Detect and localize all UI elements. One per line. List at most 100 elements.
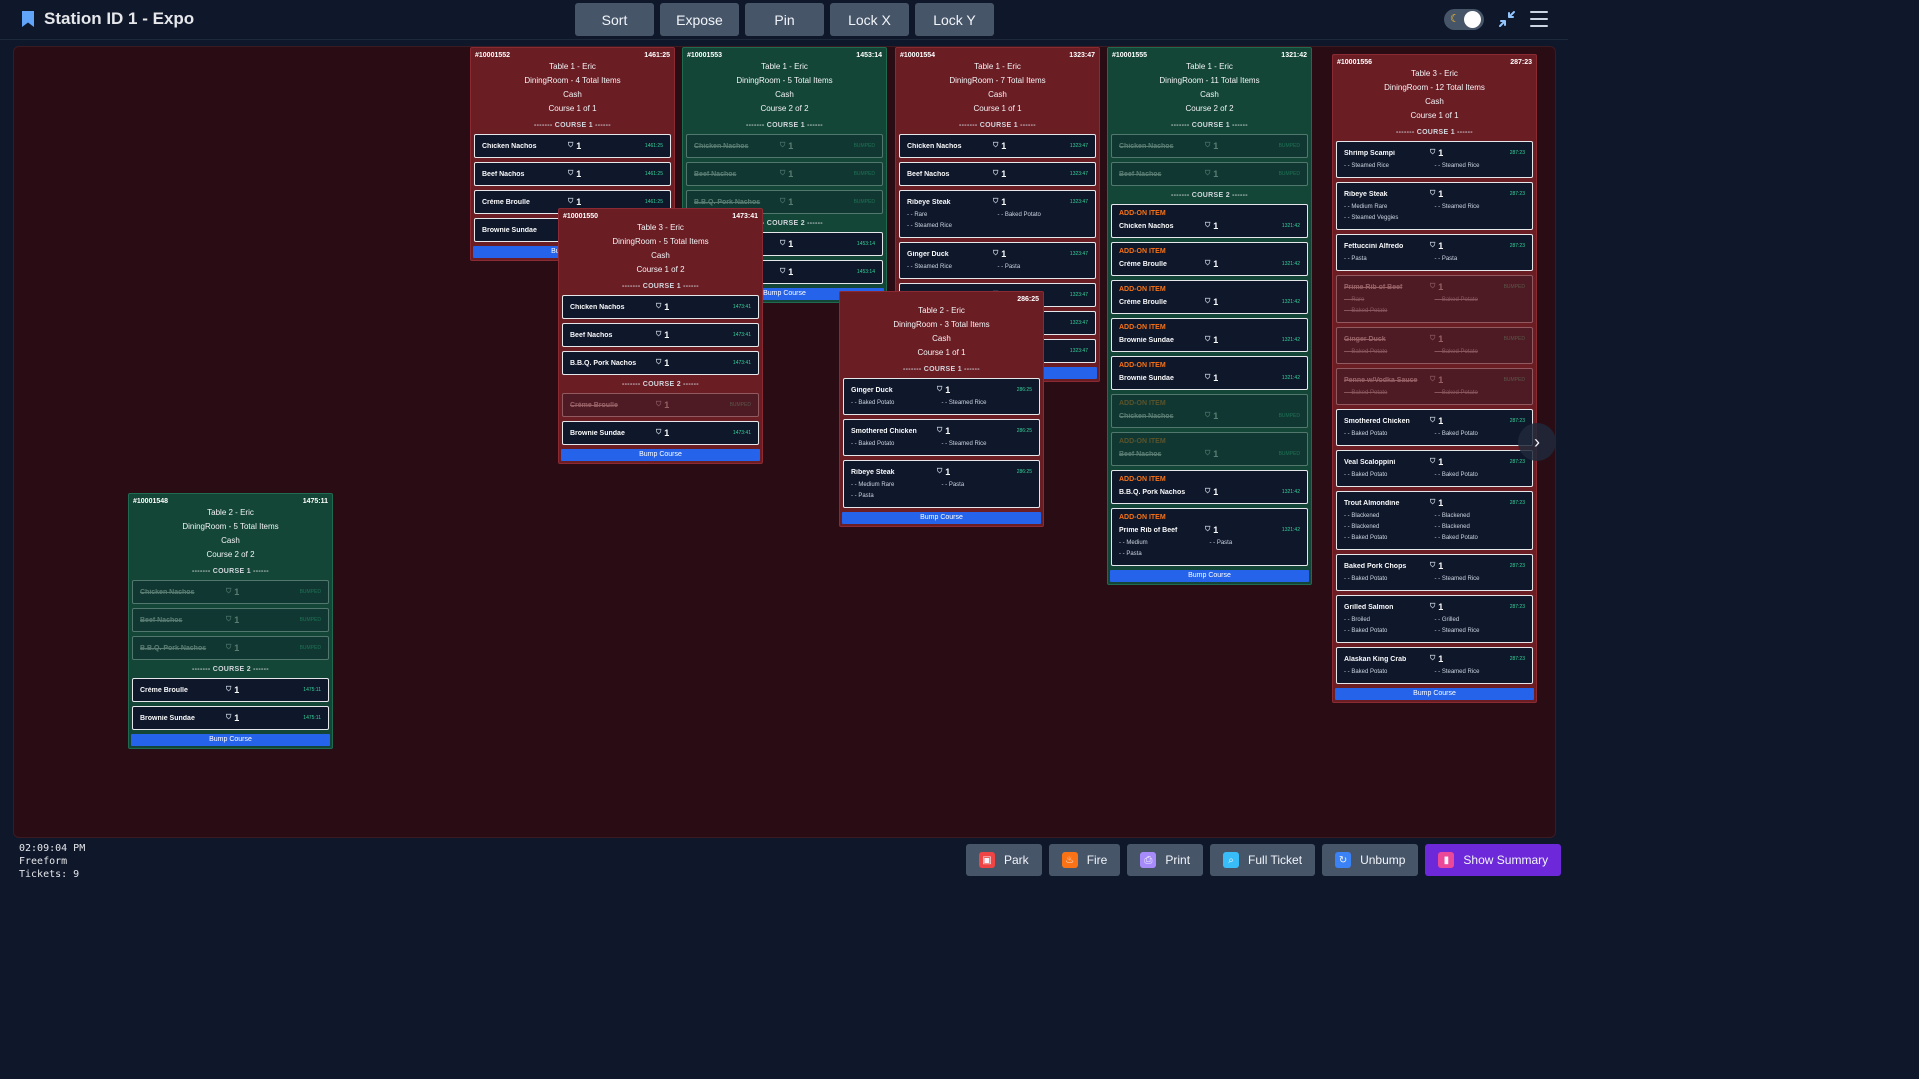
ticket-room: DiningRoom - 3 Total Items [893,320,990,329]
item-quantity: ⛉1 [1430,241,1510,251]
ticket-item[interactable]: Brownie Sundae ⛉ 1 1473:41 [562,421,759,445]
ticket-item[interactable]: Chicken Nachos ⛉ 1 BUMPED [1111,134,1308,158]
item-name: Ribeye Steak [907,198,951,206]
sort-button[interactable]: Sort [575,3,654,36]
ticket-item[interactable]: ADD-ON ITEM Crème Broulle ⛉ 1 1321:42 [1111,242,1308,276]
ticket-item[interactable]: Ginger Duck ⛉ 1 BUMPED - - Baked Potato - - B… [1336,327,1533,364]
ticket-item[interactable]: ADD-ON ITEM B.B.Q. Pork Nachos ⛉ 1 1321:42 [1111,470,1308,504]
ticket-item[interactable]: Shrimp Scampi ⛉ 1 287:23- - Steamed Rice - -… [1336,141,1533,178]
ticket-item[interactable]: Grilled Salmon ⛉ 1 287:23- - Broiled - - Gri… [1336,595,1533,643]
quantity-value: 1 [1213,221,1219,231]
order-ticket[interactable]: #10001556 287:23 Table 3 - Eric DiningRoom … [1332,54,1537,703]
bump-course-button[interactable]: Bump Course [131,734,330,746]
item-name: Crème Broulle [1119,260,1167,268]
ticket-item[interactable]: ADD-ON ITEM Brownie Sundae ⛉ 1 1321:42 [1111,356,1308,390]
ticket-item[interactable]: Chicken Nachos ⛉ 1 BUMPED [132,580,329,604]
expose-button[interactable]: Expose [660,3,739,36]
footer-actions: ▣ Park ♨ Fire ⎙ Print ⌕ Full Ticket ↻ Unbump ▮ Show… [966,844,1562,876]
item-row: Prime Rib of Beef ⛉ 1 BUMPED [1344,281,1525,293]
seat-icon: ⛉ [1430,335,1436,342]
ticket-item[interactable]: Chicken Nachos ⛉ 1 1473:41 [562,295,759,319]
quantity-value: 1 [1001,197,1007,207]
item-timer: BUMPED [1503,336,1525,342]
ticket-item[interactable]: Ginger Duck ⛉ 1 1323:47- - Steamed Rice - - … [899,242,1096,279]
ticket-item[interactable]: ADD-ON ITEM Prime Rib of Beef ⛉ 1 1321:42- -… [1111,508,1308,566]
ticket-item[interactable]: ADD-ON ITEM Brownie Sundae ⛉ 1 1321:42 [1111,318,1308,352]
ticket-item[interactable]: Beef Nachos ⛉ 1 BUMPED [1111,162,1308,186]
order-ticket[interactable]: 286:25 Table 2 - Eric DiningRoom - 3 Total… [839,291,1044,527]
next-page-chevron-icon[interactable]: › [1518,423,1556,461]
bump-course-button[interactable]: Bump Course [561,449,760,461]
ticket-item[interactable]: Smothered Chicken ⛉ 1 286:25- - Baked Potat… [843,419,1040,456]
seat-icon: ⛉ [226,644,232,651]
compress-icon[interactable] [1497,9,1517,29]
order-ticket[interactable]: #10001550 1473:41 Table 3 - Eric DiningRoom… [558,208,763,464]
ticket-item[interactable]: Ribeye Steak ⛉ 1 287:23- - Medium Rare - - S… [1336,182,1533,230]
ticket-item[interactable]: Fettuccini Alfredo ⛉ 1 287:23- - Pasta - - P… [1336,234,1533,271]
ticket-timer: 1461:25 [644,52,670,59]
ticket-item[interactable]: Beef Nachos ⛉ 1 BUMPED [132,608,329,632]
lock-y-button[interactable]: Lock Y [915,3,994,36]
bump-course-button[interactable]: Bump Course [1335,688,1534,700]
theme-toggle[interactable]: ☾ [1444,9,1484,30]
full-ticket-button[interactable]: ⌕ Full Ticket [1210,844,1316,876]
ticket-item[interactable]: ADD-ON ITEM Beef Nachos ⛉ 1 BUMPED [1111,432,1308,466]
ticket-item[interactable]: Beef Nachos ⛉ 1 1473:41 [562,323,759,347]
ticket-item[interactable]: Ribeye Steak ⛉ 1 1323:47- - Rare - - Baked P… [899,190,1096,238]
ticket-item[interactable]: Baked Pork Chops ⛉ 1 287:23- - Baked Potato… [1336,554,1533,591]
ticket-item[interactable]: B.B.Q. Pork Nachos ⛉ 1 BUMPED [132,636,329,660]
ticket-item[interactable]: Crème Broulle ⛉ 1 1475:11 [132,678,329,702]
item-name: Grilled Salmon [1344,603,1394,611]
ticket-item[interactable]: Brownie Sundae ⛉ 1 1475:11 [132,706,329,730]
ticket-item[interactable]: Crème Broulle ⛉ 1 BUMPED [562,393,759,417]
ticket-header: #10001555 1321:42 [1108,48,1311,60]
seat-icon: ⛉ [1205,450,1211,457]
ticket-item[interactable]: B.B.Q. Pork Nachos ⛉ 1 1473:41 [562,351,759,375]
ticket-item[interactable]: Ginger Duck ⛉ 1 286:25- - Baked Potato - - S… [843,378,1040,415]
ticket-item[interactable]: Alaskan King Crab ⛉ 1 287:23- - Baked Potat… [1336,647,1533,684]
item-row: Beef Nachos ⛉ 1 BUMPED [140,614,321,626]
item-timer: 1461:25 [644,171,663,177]
park-button[interactable]: ▣ Park [966,844,1042,876]
bump-course-button[interactable]: Bump Course [1110,570,1309,582]
ticket-item[interactable]: Beef Nachos ⛉ 1 1461:25 [474,162,671,186]
ticket-item[interactable]: Ribeye Steak ⛉ 1 286:25- - Medium Rare - - P… [843,460,1040,508]
fire-button[interactable]: ♨ Fire [1048,844,1121,876]
ticket-item[interactable]: Veal Scaloppini ⛉ 1 287:23- - Baked Potato -… [1336,450,1533,487]
quantity-value: 1 [788,141,794,151]
ticket-item[interactable]: Trout Almondine ⛉ 1 287:23- - Blackened - - … [1336,491,1533,550]
ticket-item[interactable]: Penne w/Vodka Sauce ⛉ 1 BUMPED - - Baked Pot… [1336,368,1533,405]
ticket-item[interactable]: Prime Rib of Beef ⛉ 1 BUMPED - - Rare - - Bak… [1336,275,1533,323]
course-divider: ------- COURSE 1 ------ [622,283,699,290]
item-row: Penne w/Vodka Sauce ⛉ 1 BUMPED [1344,374,1525,386]
bump-course-button[interactable]: Bump Course [842,512,1041,524]
ticket-item[interactable]: Beef Nachos ⛉ 1 BUMPED [686,162,883,186]
item-timer: 1323:47 [1069,251,1088,257]
print-button[interactable]: ⎙ Print [1127,844,1204,876]
ticket-item[interactable]: Chicken Nachos ⛉ 1 BUMPED [686,134,883,158]
ticket-item[interactable]: Smothered Chicken ⛉ 1 287:23- - Baked Potat… [1336,409,1533,446]
quantity-value: 1 [1213,411,1219,421]
ticket-item[interactable]: Chicken Nachos ⛉ 1 1461:25 [474,134,671,158]
course-divider: ------- COURSE 1 ------ [1171,122,1248,129]
show-summary-button[interactable]: ▮ Show Summary [1425,844,1562,876]
addon-label: ADD-ON ITEM [1119,286,1166,293]
quantity-value: 1 [1213,525,1219,535]
modifier: - - Blackened [1434,513,1470,519]
unbump-button[interactable]: ↻ Unbump [1322,844,1419,876]
ticket-item[interactable]: Beef Nachos ⛉ 1 1323:47 [899,162,1096,186]
quantity-value: 1 [1001,141,1007,151]
fire-icon: ♨ [1061,852,1078,868]
order-ticket[interactable]: #10001548 1475:11 Table 2 - Eric DiningRoom… [128,493,333,749]
ticket-item[interactable]: ADD-ON ITEM Chicken Nachos ⛉ 1 1321:42 [1111,204,1308,238]
ticket-item[interactable]: ADD-ON ITEM Crème Broulle ⛉ 1 1321:42 [1111,280,1308,314]
pin-button[interactable]: Pin [745,3,824,36]
ticket-room: DiningRoom - 12 Total Items [1384,83,1485,92]
item-row: Chicken Nachos ⛉ 1 BUMPED [1119,140,1300,152]
ticket-item[interactable]: Chicken Nachos ⛉ 1 1323:47 [899,134,1096,158]
ticket-item[interactable]: ADD-ON ITEM Chicken Nachos ⛉ 1 BUMPED [1111,394,1308,428]
lock-x-button[interactable]: Lock X [830,3,909,36]
item-quantity: ⛉1 [993,141,1070,151]
order-ticket[interactable]: #10001555 1321:42 Table 1 - Eric DiningRoom… [1107,47,1312,585]
hamburger-menu-icon[interactable] [1530,11,1548,27]
